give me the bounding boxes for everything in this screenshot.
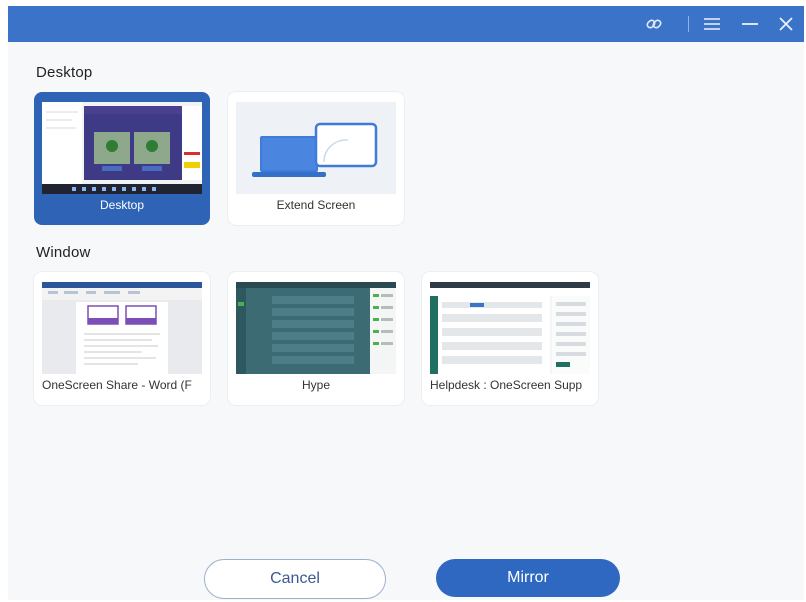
extend-screen-card-label: Extend Screen xyxy=(276,198,356,212)
word-window-label: OneScreen Share - Word (F xyxy=(42,378,192,392)
title-bar xyxy=(8,6,804,42)
desktop-card-label: Desktop xyxy=(99,198,145,212)
link-icon[interactable] xyxy=(636,6,672,42)
cancel-button[interactable]: Cancel xyxy=(204,559,386,599)
helpdesk-window-thumbnail xyxy=(430,282,590,374)
desktop-section-title: Desktop xyxy=(36,64,93,81)
desktop-source-card[interactable]: Desktop xyxy=(34,92,210,225)
window-card-word[interactable]: OneScreen Share - Word (F xyxy=(34,272,210,405)
window-section-title: Window xyxy=(36,244,91,261)
minimize-icon[interactable] xyxy=(732,6,768,42)
close-icon[interactable] xyxy=(768,6,804,42)
window-card-hype[interactable]: Hype xyxy=(228,272,404,405)
hype-window-label: Hype xyxy=(301,378,330,392)
hype-window-thumbnail xyxy=(236,282,396,374)
menu-icon[interactable] xyxy=(694,6,730,42)
word-window-thumbnail xyxy=(42,282,202,374)
title-bar-divider xyxy=(688,16,689,32)
desktop-thumbnail xyxy=(42,102,202,194)
extend-screen-card[interactable]: Extend Screen xyxy=(228,92,404,225)
helpdesk-window-label: Helpdesk : OneScreen Supp xyxy=(430,378,583,392)
extend-screen-icon xyxy=(236,102,396,194)
window-card-helpdesk[interactable]: Helpdesk : OneScreen Supp xyxy=(422,272,598,405)
mirror-button[interactable]: Mirror xyxy=(436,559,620,597)
